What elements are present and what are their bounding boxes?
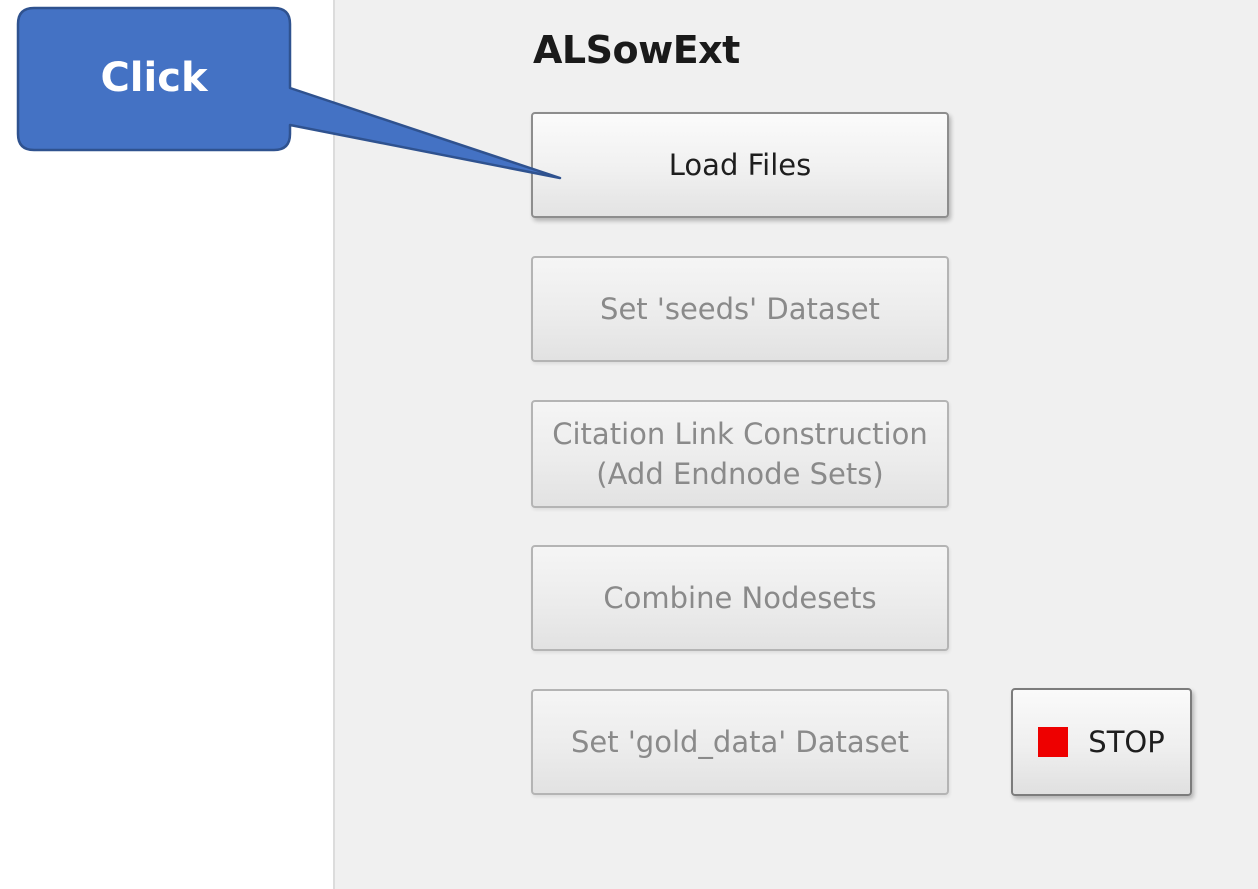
- set-seeds-dataset-button-label: Set 'seeds' Dataset: [600, 292, 880, 326]
- screen: ALSowExt Load Files Set 'seeds' Dataset …: [0, 0, 1258, 889]
- stop-button-label: STOP: [1088, 725, 1165, 759]
- combine-nodesets-button[interactable]: Combine Nodesets: [531, 545, 949, 651]
- load-files-button[interactable]: Load Files: [531, 112, 949, 218]
- set-gold-data-dataset-button[interactable]: Set 'gold_data' Dataset: [531, 689, 949, 795]
- citation-link-construction-button-label: Citation Link Construction (Add Endnode …: [552, 417, 928, 491]
- stop-button[interactable]: STOP: [1011, 688, 1192, 796]
- set-gold-data-dataset-button-label: Set 'gold_data' Dataset: [570, 725, 909, 759]
- callout-label: Click: [100, 55, 208, 101]
- load-files-button-label: Load Files: [668, 148, 812, 182]
- combine-nodesets-button-label: Combine Nodesets: [603, 581, 877, 615]
- set-seeds-dataset-button[interactable]: Set 'seeds' Dataset: [531, 256, 949, 362]
- citation-link-construction-button[interactable]: Citation Link Construction (Add Endnode …: [531, 400, 949, 508]
- stop-square-icon: [1038, 727, 1069, 757]
